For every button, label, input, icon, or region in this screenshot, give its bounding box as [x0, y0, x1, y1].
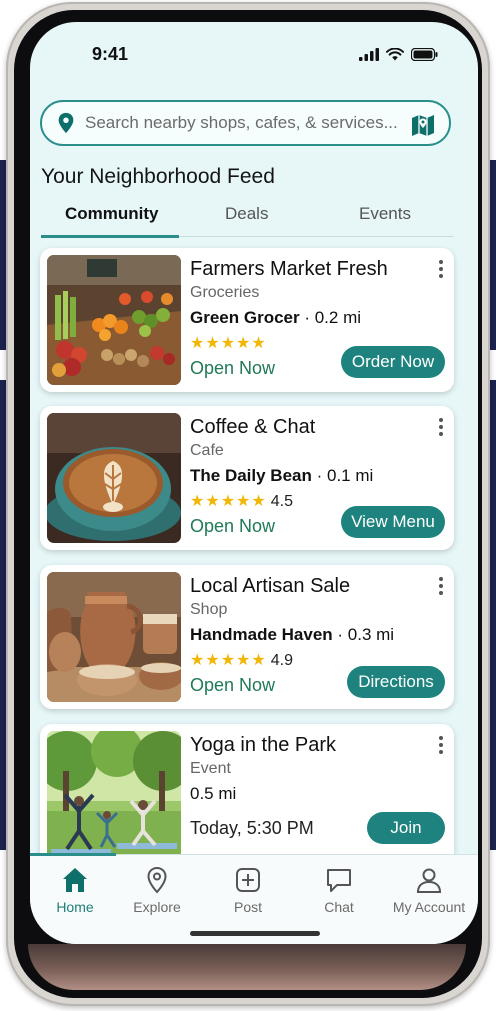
status-time: 9:41	[92, 44, 129, 64]
phone-chin	[28, 944, 466, 990]
nav-label: Post	[233, 899, 262, 915]
card-category: Cafe	[190, 442, 224, 459]
store-distance: · 0.2 mi	[304, 308, 362, 327]
feed-card-artisan-sale[interactable]: Local Artisan Sale Shop Handmade Haven ·…	[40, 565, 454, 709]
join-button[interactable]: Join	[367, 812, 445, 844]
open-status: Open Now	[190, 675, 276, 695]
home-indicator[interactable]	[190, 931, 320, 936]
active-tab-indicator	[41, 235, 179, 238]
event-time: Today, 5:30 PM	[190, 818, 314, 838]
star-icons: ★★★★★	[190, 652, 267, 669]
produce-stall-photo	[47, 255, 181, 385]
signal-icon	[359, 48, 379, 61]
star-icons: ★★★★★	[190, 335, 267, 352]
store-name: The Daily Bean	[190, 466, 312, 485]
store-distance: · 0.1 mi	[316, 466, 374, 485]
open-status: Open Now	[190, 358, 276, 378]
status-icons	[359, 48, 438, 61]
search-input[interactable]	[85, 113, 405, 133]
store-distance: · 0.3 mi	[337, 625, 395, 644]
tab-deals[interactable]: Deals	[225, 204, 268, 224]
nav-label: Explore	[133, 899, 181, 915]
event-distance: 0.5 mi	[190, 784, 237, 803]
home-icon	[63, 868, 87, 892]
order-now-button[interactable]: Order Now	[341, 346, 445, 378]
latte-art-photo	[47, 413, 181, 543]
card-category: Shop	[190, 601, 228, 618]
wifi-icon	[386, 48, 404, 61]
card-category: Event	[190, 760, 231, 777]
feed-tabs: Community Deals Events	[41, 202, 454, 238]
nav-explore[interactable]: Explore	[112, 861, 202, 917]
card-store: Green Grocer · 0.2 mi	[190, 308, 361, 328]
nav-label: Home	[56, 899, 94, 915]
card-title: Yoga in the Park	[190, 734, 337, 756]
location-pin-icon	[58, 112, 74, 134]
more-options-icon[interactable]	[438, 577, 444, 597]
store-name: Handmade Haven	[190, 625, 333, 644]
active-nav-indicator	[30, 853, 116, 856]
star-icons: ★★★★★	[190, 493, 267, 510]
card-title: Farmers Market Fresh	[190, 258, 388, 280]
nav-post[interactable]: Post	[203, 861, 293, 917]
app-screen: 9:41 Search nearby shops, cafes, & servi…	[30, 22, 478, 944]
plus-square-icon	[236, 868, 260, 892]
nav-label: My Account	[392, 899, 466, 915]
status-bar: 9:41	[30, 22, 478, 82]
tab-community[interactable]: Community	[65, 204, 159, 224]
nav-chat[interactable]: Chat	[294, 861, 384, 917]
more-options-icon[interactable]	[438, 260, 444, 280]
map-icon[interactable]	[410, 112, 436, 138]
battery-icon	[411, 48, 438, 61]
location-pin-icon	[147, 866, 167, 894]
feed-card-farmers-market[interactable]: Farmers Market Fresh Groceries Green Gro…	[40, 248, 454, 392]
user-icon	[416, 868, 442, 893]
rating-value: 4.9	[270, 652, 293, 669]
nav-my-account[interactable]: My Account	[384, 861, 474, 917]
nav-label: Chat	[324, 899, 354, 915]
feed-card-coffee-chat[interactable]: Coffee & Chat Cafe The Daily Bean · 0.1 …	[40, 406, 454, 550]
rating-value: 4.5	[270, 493, 293, 510]
rating-stars: ★★★★★ 4.5	[190, 491, 293, 511]
open-status: Open Now	[190, 516, 276, 536]
card-category: Groceries	[190, 284, 260, 301]
more-options-icon[interactable]	[438, 418, 444, 438]
view-menu-button[interactable]: View Menu	[341, 506, 445, 538]
store-name: Green Grocer	[190, 308, 300, 327]
search-bar[interactable]	[40, 100, 451, 146]
feed-title: Your Neighborhood Feed	[41, 165, 275, 188]
card-store: Handmade Haven · 0.3 mi	[190, 625, 394, 645]
rating-stars: ★★★★★	[190, 333, 267, 353]
card-title: Coffee & Chat	[190, 416, 316, 438]
more-options-icon[interactable]	[438, 736, 444, 756]
nav-home[interactable]: Home	[30, 861, 120, 917]
tab-events[interactable]: Events	[359, 204, 411, 224]
directions-button[interactable]: Directions	[347, 666, 445, 698]
pottery-photo	[47, 572, 181, 702]
card-store: The Daily Bean · 0.1 mi	[190, 466, 373, 486]
rating-stars: ★★★★★ 4.9	[190, 650, 293, 670]
card-title: Local Artisan Sale	[190, 575, 351, 597]
chat-bubble-icon	[327, 869, 351, 892]
